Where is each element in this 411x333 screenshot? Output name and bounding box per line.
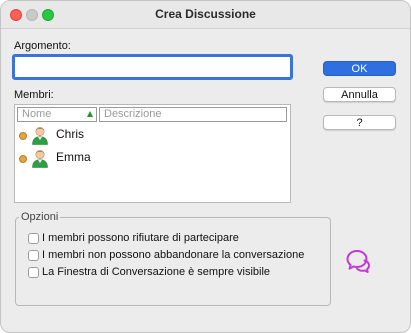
member-name: Emma xyxy=(56,150,91,164)
option-label: La Finestra di Conversazione è sempre vi… xyxy=(42,266,271,278)
window-title: Crea Discussione xyxy=(155,7,256,21)
subject-label: Argomento: xyxy=(14,40,71,52)
option-label: I membri non possono abbandonare la conv… xyxy=(42,249,305,261)
title-bar: Crea Discussione xyxy=(1,1,410,29)
options-legend: Opzioni xyxy=(19,211,61,223)
members-list[interactable]: Nome Descrizione Chris Emma xyxy=(14,104,291,203)
user-avatar-icon xyxy=(32,127,48,145)
column-header-name[interactable]: Nome xyxy=(17,107,97,122)
column-header-description[interactable]: Descrizione xyxy=(99,107,287,122)
column-header-name-label: Nome xyxy=(22,108,52,120)
subject-input[interactable] xyxy=(12,54,293,80)
options-group xyxy=(15,217,331,306)
status-dot-icon xyxy=(19,155,27,163)
ok-button[interactable]: OK xyxy=(323,61,396,76)
create-discussion-dialog: Crea Discussione Argomento: Membri: Nome… xyxy=(0,0,411,333)
member-row-emma[interactable]: Emma xyxy=(18,147,278,169)
help-button[interactable]: ? xyxy=(323,115,396,130)
chat-bubbles-icon xyxy=(346,250,370,273)
member-name: Chris xyxy=(56,127,85,141)
option-label: I membri possono rifiutare di partecipar… xyxy=(42,232,239,244)
user-avatar-icon xyxy=(32,150,48,168)
status-dot-icon xyxy=(19,132,27,140)
cancel-button[interactable]: Annulla xyxy=(323,87,396,102)
sort-ascending-icon xyxy=(87,111,93,117)
column-header-description-label: Descrizione xyxy=(104,108,162,120)
checkbox[interactable] xyxy=(28,250,39,261)
members-label: Membri: xyxy=(14,89,54,101)
checkbox[interactable] xyxy=(28,267,39,278)
member-row-chris[interactable]: Chris xyxy=(18,124,278,146)
checkbox[interactable] xyxy=(28,233,39,244)
